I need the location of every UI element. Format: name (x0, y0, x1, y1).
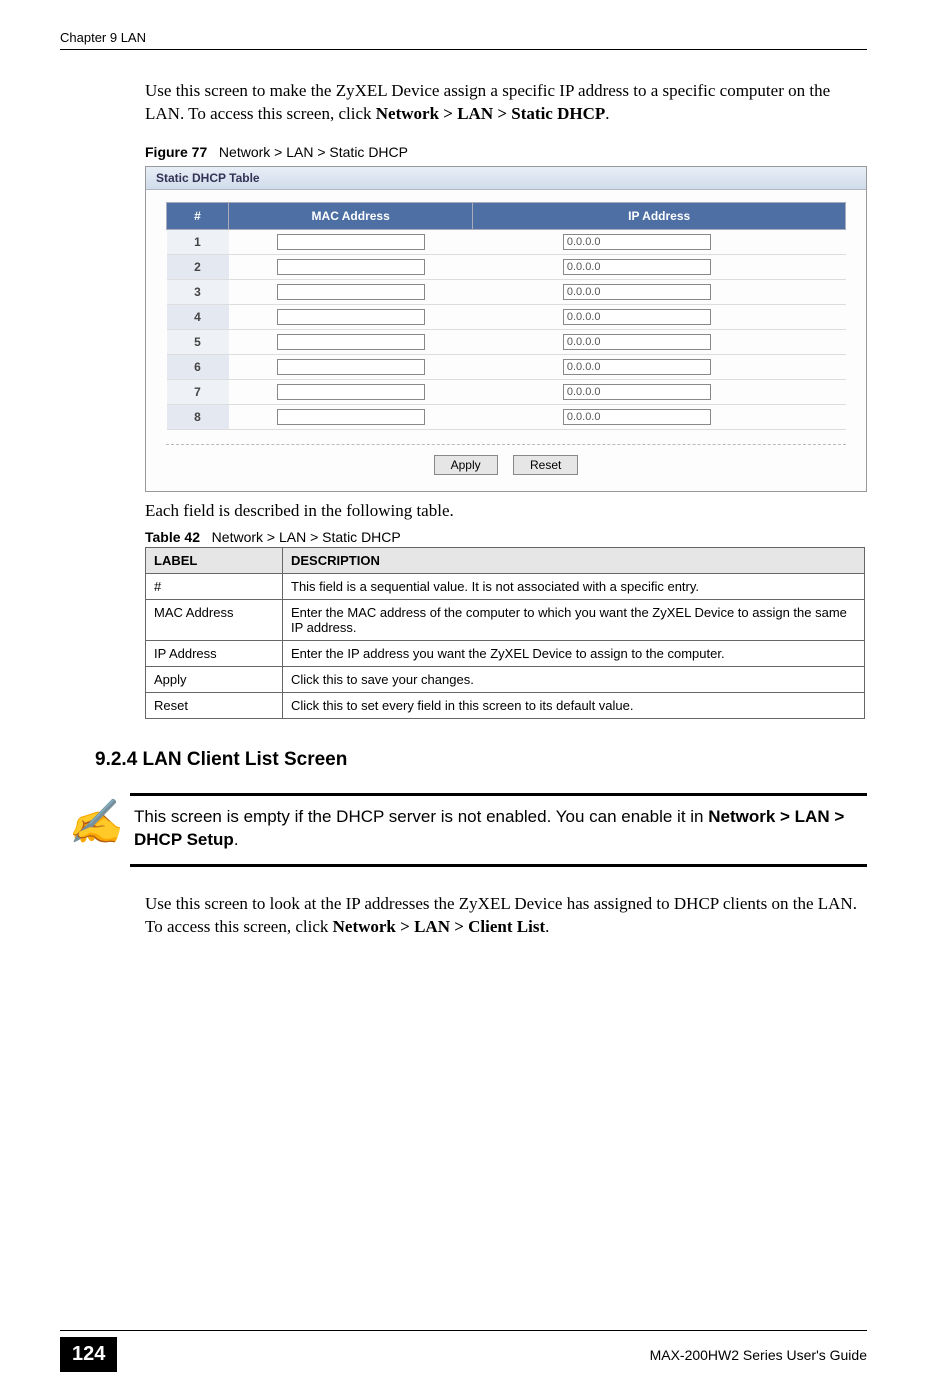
table-caption: Table 42 Network > LAN > Static DHCP (145, 529, 867, 545)
ip-input[interactable] (563, 234, 711, 250)
ip-input[interactable] (563, 309, 711, 325)
ip-input[interactable] (563, 334, 711, 350)
page-footer: 124 MAX-200HW2 Series User's Guide (0, 1330, 927, 1372)
guide-name: MAX-200HW2 Series User's Guide (650, 1347, 867, 1363)
chapter-label: Chapter 9 LAN (60, 30, 146, 45)
table-row: 1 (167, 229, 846, 254)
ip-input[interactable] (563, 359, 711, 375)
ip-input[interactable] (563, 284, 711, 300)
table-row: 6 (167, 354, 846, 379)
static-dhcp-table: # MAC Address IP Address 1 2 3 4 5 6 7 8 (166, 202, 846, 430)
mac-input[interactable] (277, 284, 425, 300)
table-row: 5 (167, 329, 846, 354)
fcol-desc: DESCRIPTION (283, 547, 865, 573)
mac-input[interactable] (277, 334, 425, 350)
intro-paragraph: Use this screen to make the ZyXEL Device… (145, 80, 867, 126)
section-heading: 9.2.4 LAN Client List Screen (95, 749, 867, 771)
table-intro: Each field is described in the following… (145, 500, 867, 523)
apply-button[interactable]: Apply (434, 455, 498, 475)
paragraph-2: Use this screen to look at the IP addres… (145, 893, 867, 939)
table-row: MAC AddressEnter the MAC address of the … (146, 599, 865, 640)
mac-input[interactable] (277, 234, 425, 250)
ip-input[interactable] (563, 259, 711, 275)
note-box: ✍ This screen is empty if the DHCP serve… (60, 793, 867, 867)
mac-input[interactable] (277, 259, 425, 275)
mac-input[interactable] (277, 409, 425, 425)
mac-input[interactable] (277, 384, 425, 400)
panel-title: Static DHCP Table (146, 167, 866, 190)
table-row: IP AddressEnter the IP address you want … (146, 640, 865, 666)
page-number: 124 (60, 1337, 117, 1372)
page-header: Chapter 9 LAN (60, 30, 867, 50)
table-row: 2 (167, 254, 846, 279)
table-row: #This field is a sequential value. It is… (146, 573, 865, 599)
table-row: 8 (167, 404, 846, 429)
col-mac: MAC Address (229, 202, 473, 229)
note-icon: ✍ (60, 793, 130, 845)
fcol-label: LABEL (146, 547, 283, 573)
figure-caption: Figure 77 Network > LAN > Static DHCP (145, 144, 867, 160)
mac-input[interactable] (277, 309, 425, 325)
mac-input[interactable] (277, 359, 425, 375)
col-ip: IP Address (473, 202, 846, 229)
table-row: ResetClick this to set every field in th… (146, 692, 865, 718)
static-dhcp-screenshot: Static DHCP Table # MAC Address IP Addre… (145, 166, 867, 492)
table-row: 7 (167, 379, 846, 404)
ip-input[interactable] (563, 409, 711, 425)
table-row: 4 (167, 304, 846, 329)
ip-input[interactable] (563, 384, 711, 400)
table-row: ApplyClick this to save your changes. (146, 666, 865, 692)
col-index: # (167, 202, 229, 229)
reset-button[interactable]: Reset (513, 455, 578, 475)
field-description-table: LABEL DESCRIPTION #This field is a seque… (145, 547, 865, 719)
table-row: 3 (167, 279, 846, 304)
